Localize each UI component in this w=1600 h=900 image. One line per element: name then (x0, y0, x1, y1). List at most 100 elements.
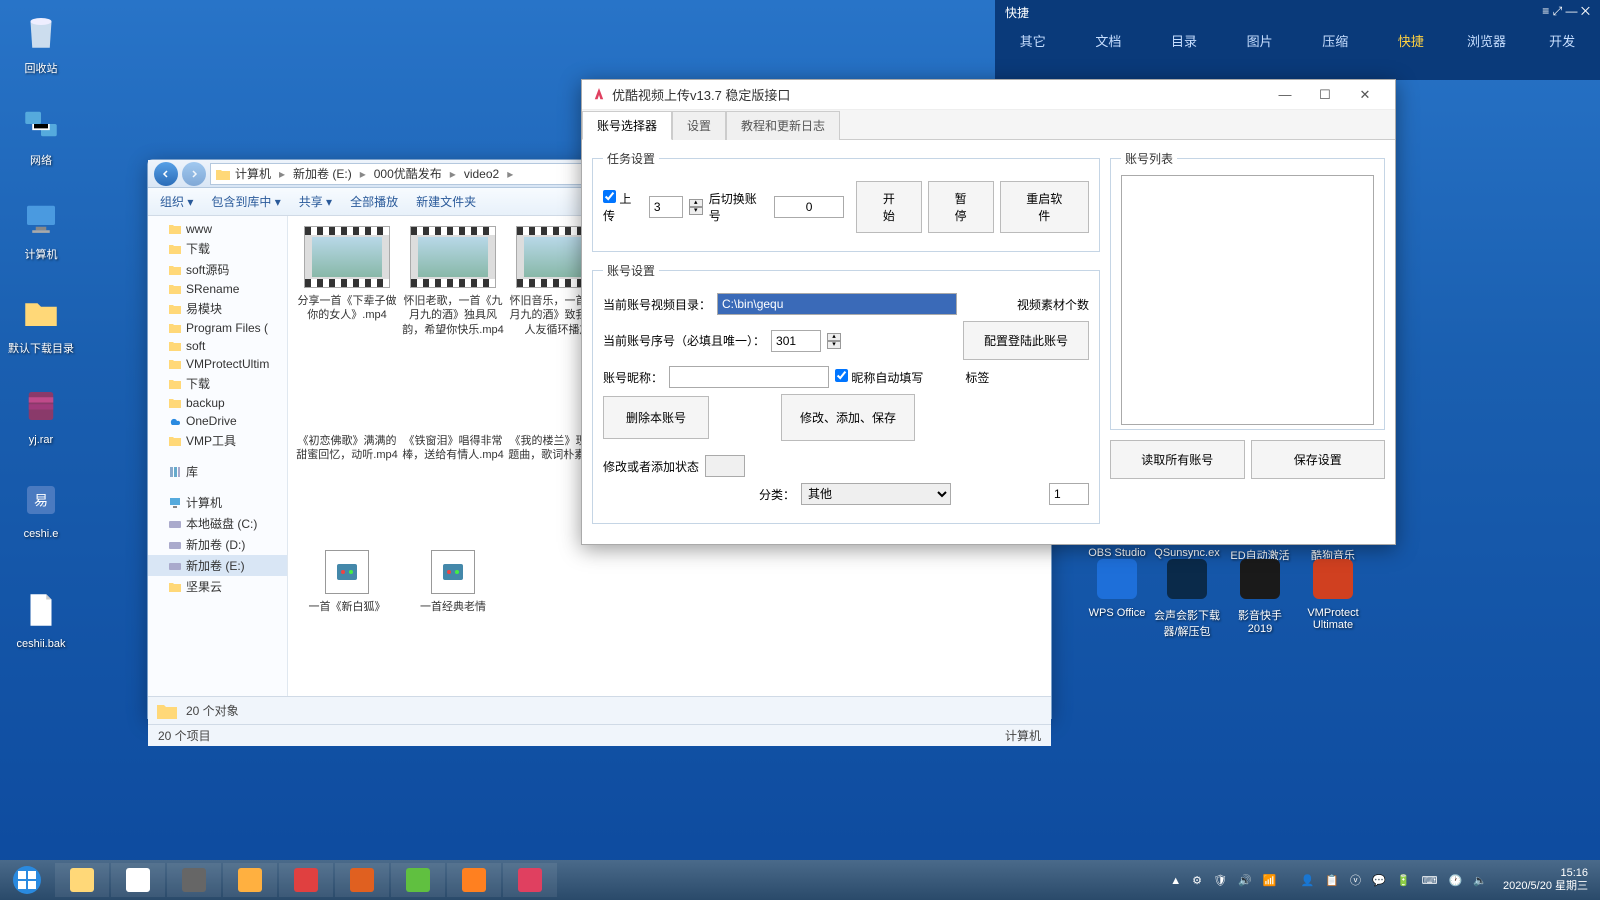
nav-back-button[interactable] (154, 162, 178, 186)
toolbar-item[interactable]: 包含到库中 ▾ (211, 193, 280, 210)
folder-icon (156, 701, 178, 721)
taskbar-app[interactable] (167, 863, 221, 897)
taskbar-app[interactable] (503, 863, 557, 897)
dialog-tab[interactable]: 账号选择器 (582, 111, 672, 140)
sidebar-item[interactable]: VMProtectUltim (148, 355, 287, 373)
toolbar-item[interactable]: 全部播放 (350, 193, 398, 210)
sidebar-item[interactable]: 本地磁盘 (C:) (148, 513, 287, 534)
start-button[interactable]: 开始 (856, 181, 922, 233)
sidebar-item[interactable]: SRename (148, 280, 287, 298)
desktop-icon-ceshi.e[interactable]: 易ceshi.e (6, 476, 76, 540)
breadcrumb-segment[interactable]: 新加卷 (E:) (289, 165, 356, 182)
file-thumb[interactable]: 一首经典老情 (400, 542, 506, 692)
taskbar-app[interactable] (223, 863, 277, 897)
taskbar-app[interactable] (279, 863, 333, 897)
save-settings-button[interactable]: 保存设置 (1251, 440, 1386, 479)
tray-icons[interactable]: ▲ ⚙ 🛡 🔊 📶 (1170, 874, 1280, 887)
desktop-icon-label: 默认下载目录 (6, 340, 76, 356)
sidebar-item[interactable]: 易模块 (148, 298, 287, 319)
sidebar-item[interactable]: VMP工具 (148, 430, 287, 451)
delete-account-button[interactable]: 删除本账号 (603, 396, 709, 439)
video-dir-input[interactable] (717, 293, 957, 315)
sidebar-item[interactable]: soft (148, 337, 287, 355)
dialog-tab[interactable]: 教程和更新日志 (726, 111, 840, 140)
breadcrumb-segment[interactable]: 000优酷发布 (370, 165, 446, 182)
minimize-button[interactable]: — (1265, 87, 1305, 102)
toolbar-item[interactable]: 组织 ▾ (160, 193, 193, 210)
nickname-input[interactable] (669, 366, 829, 388)
nav-forward-button[interactable] (182, 162, 206, 186)
sidebar-item-label: 下载 (186, 375, 210, 392)
app-icon: 易 (17, 476, 65, 524)
quick-tab[interactable]: 其它 (995, 25, 1071, 56)
desktop-icon-网络[interactable]: 网络 (6, 100, 76, 168)
pause-button[interactable]: 暂停 (928, 181, 994, 233)
start-button[interactable] (0, 860, 54, 900)
upload-checkbox[interactable]: 上传 (603, 190, 643, 224)
config-login-button[interactable]: 配置登陆此账号 (963, 321, 1089, 360)
quick-tab[interactable]: 开发 (1524, 25, 1600, 56)
taskbar-app[interactable] (111, 863, 165, 897)
sidebar-item[interactable]: 下载 (148, 238, 287, 259)
breadcrumb-segment[interactable]: video2 (460, 167, 503, 181)
dialog-tab[interactable]: 设置 (672, 111, 726, 140)
sidebar-item[interactable]: backup (148, 394, 287, 412)
sidebar-item[interactable]: 新加卷 (D:) (148, 534, 287, 555)
desktop-icon[interactable]: 会声会影下载器/解压包 (1152, 555, 1222, 639)
tray-icons-2[interactable]: 👤 📋 ⓥ 💬 🔋 ⌨ 🕐 🔈 (1301, 872, 1491, 888)
category-select[interactable]: 其他 (801, 483, 951, 505)
sidebar-item[interactable]: 坚果云 (148, 576, 287, 597)
desktop-icon[interactable]: VMProtect Ultimate (1298, 555, 1368, 631)
quick-tab[interactable]: 文档 (1071, 25, 1147, 56)
read-all-accounts-button[interactable]: 读取所有账号 (1110, 440, 1245, 479)
sidebar-item[interactable]: 库 (148, 461, 287, 482)
account-seq-input[interactable] (771, 330, 821, 352)
task-settings-legend: 任务设置 (603, 150, 659, 167)
desktop-icon-ceshii.bak[interactable]: ceshii.bak (6, 586, 76, 650)
file-thumb[interactable]: 怀旧老歌，一首《九月九的酒》独具风韵，希望你快乐.mp4 (400, 226, 506, 376)
quick-tab[interactable]: 快捷 (1373, 25, 1449, 56)
desktop-icon[interactable]: WPS Office (1082, 555, 1152, 619)
taskbar-app[interactable] (447, 863, 501, 897)
quick-tab[interactable]: 目录 (1146, 25, 1222, 56)
file-thumb[interactable]: 分享一首《下辈子做你的女人》.mp4 (294, 226, 400, 376)
quick-panel-controls[interactable]: ≡ ⤢ — ✕ (1542, 4, 1590, 21)
sidebar-item[interactable]: 计算机 (148, 492, 287, 513)
close-button[interactable]: ✕ (1345, 87, 1385, 103)
desktop-icon-计算机[interactable]: 计算机 (6, 194, 76, 262)
quick-tab[interactable]: 浏览器 (1449, 25, 1525, 56)
modify-add-save-button[interactable]: 修改、添加、保存 (781, 394, 915, 441)
desktop-icon-回收站[interactable]: 回收站 (6, 8, 76, 76)
taskbar-app[interactable] (55, 863, 109, 897)
quick-tab[interactable]: 压缩 (1298, 25, 1374, 56)
toolbar-item[interactable]: 新建文件夹 (416, 193, 476, 210)
upload-after-label: 后切换账号 (709, 190, 768, 224)
sidebar-item[interactable]: 新加卷 (E:) (148, 555, 287, 576)
taskbar-app[interactable] (335, 863, 389, 897)
breadcrumb-segment[interactable]: 计算机 (231, 165, 275, 182)
maximize-button[interactable]: ☐ (1305, 87, 1345, 103)
account-listbox[interactable] (1121, 175, 1374, 425)
sidebar-item[interactable]: www (148, 220, 287, 238)
taskbar: ▲ ⚙ 🛡 🔊 📶 👤 📋 ⓥ 💬 🔋 ⌨ 🕐 🔈 15:16 2020/5/2… (0, 860, 1600, 900)
restart-button[interactable]: 重启软件 (1000, 181, 1089, 233)
sidebar-item[interactable]: Program Files ( (148, 319, 287, 337)
desktop-icon[interactable]: 影音快手 2019 (1225, 555, 1295, 635)
taskbar-app[interactable] (391, 863, 445, 897)
account-seq-spinner[interactable]: ▴▾ (827, 333, 841, 349)
file-thumb[interactable]: 一首《新白狐》 (294, 542, 400, 692)
file-thumb[interactable]: 《初恋佛歌》满满的甜蜜回忆，动听.mp4 (294, 384, 400, 534)
toolbar-item[interactable]: 共享 ▾ (299, 193, 332, 210)
one-input[interactable] (1049, 483, 1089, 505)
upload-count-spinner[interactable]: ▴▾ (689, 199, 703, 215)
upload-count-input[interactable] (649, 196, 683, 218)
taskbar-clock[interactable]: 15:16 2020/5/20 星期三 (1497, 867, 1594, 893)
desktop-icon-yj.rar[interactable]: yj.rar (6, 382, 76, 446)
nickname-auto-checkbox[interactable]: 昵称自动填写 (835, 369, 923, 386)
quick-tab[interactable]: 图片 (1222, 25, 1298, 56)
file-thumb[interactable]: 《铁窗泪》唱得非常棒，送给有情人.mp4 (400, 384, 506, 534)
desktop-icon-默认下载目录[interactable]: 默认下载目录 (6, 288, 76, 356)
sidebar-item[interactable]: 下载 (148, 373, 287, 394)
sidebar-item[interactable]: soft源码 (148, 259, 287, 280)
sidebar-item[interactable]: OneDrive (148, 412, 287, 430)
